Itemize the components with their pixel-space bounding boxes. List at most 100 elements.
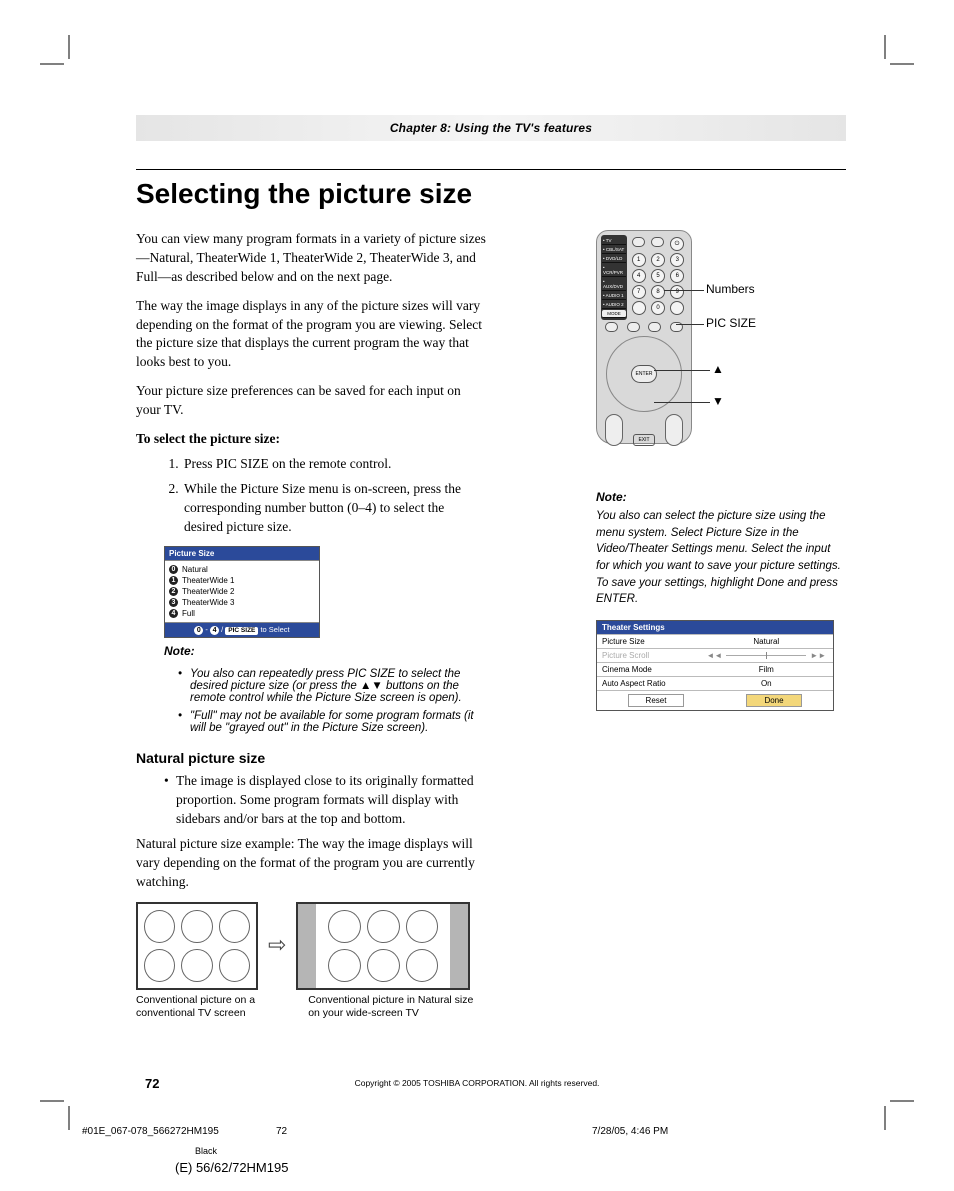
tv-conventional-icon: [136, 902, 258, 990]
row-value: On: [700, 677, 833, 690]
section-heading: Natural picture size: [136, 750, 486, 766]
remote-label: • AUDIO 2: [602, 301, 626, 309]
crop-mark: [40, 1090, 80, 1130]
footer-file: #01E_067-078_566272HM195: [82, 1126, 219, 1137]
callout-label: PIC SIZE: [706, 316, 756, 330]
menu-row: Picture SizeNatural: [597, 634, 833, 648]
footer-timestamp: 7/28/05, 4:46 PM: [592, 1126, 668, 1137]
callout-label: Numbers: [706, 282, 755, 296]
intro-p2: The way the image displays in any of the…: [136, 297, 486, 373]
callout-up: ▲: [712, 362, 724, 376]
remote-btn: [670, 301, 684, 315]
remote-num-btn: 5: [651, 269, 665, 283]
menu-title: Picture Size: [165, 547, 319, 560]
divider: [136, 169, 846, 170]
remote-ch-pill: [605, 414, 623, 446]
menu-item-label: TheaterWide 1: [182, 576, 234, 585]
note-heading: Note:: [596, 490, 846, 504]
menu-item: 0 Natural: [169, 564, 315, 575]
row-key: Auto Aspect Ratio: [597, 677, 700, 690]
section-bullets: The image is displayed close to its orig…: [164, 772, 486, 829]
slider-icon: ◄◄►►: [700, 649, 833, 662]
note-item: "Full" may not be available for some pro…: [178, 710, 486, 734]
remote-btn: [651, 237, 664, 247]
procedure-step: While the Picture Size menu is on-screen…: [182, 480, 486, 537]
remote-num-btn: 7: [632, 285, 646, 299]
menu-num-icon: 2: [169, 587, 178, 596]
remote-btn: [632, 301, 646, 315]
menu-row: Cinema ModeFilm: [597, 662, 833, 676]
left-column: You can view many program formats in a v…: [136, 230, 486, 1021]
menu-item: 3TheaterWide 3: [169, 597, 315, 608]
remote-dpad: ENTER: [606, 336, 682, 412]
color-plate-label: Black: [195, 1146, 217, 1156]
page-title: Selecting the picture size: [136, 178, 846, 210]
section-bullet: The image is displayed close to its orig…: [164, 772, 486, 829]
picture-size-menu: Picture Size 0 Natural 1 TheaterWide 1 2 Th…: [164, 546, 320, 638]
model-number: (E) 56/62/72HM195: [175, 1160, 288, 1175]
footer-page: 72: [276, 1126, 287, 1137]
row-key: Picture Scroll: [597, 649, 700, 662]
menu-row: Auto Aspect RatioOn: [597, 676, 833, 690]
remote-num-btn: 9: [670, 285, 684, 299]
remote-num-btn: 3: [670, 253, 684, 267]
page-content: Chapter 8: Using the TV's features Selec…: [136, 115, 846, 1021]
crop-mark: [874, 1090, 914, 1130]
remote-label: • DVD/LD: [602, 255, 626, 263]
remote-label: • CBL/SAT: [602, 246, 626, 254]
menu-item-label: Natural: [182, 565, 208, 574]
caption-2: Conventional picture in Natural size on …: [308, 994, 486, 1021]
menu-num-icon: 1: [169, 576, 178, 585]
remote-btn: [605, 322, 618, 332]
menu-item: 2 TheaterWide 2: [169, 586, 315, 597]
chapter-header: Chapter 8: Using the TV's features: [136, 115, 846, 141]
row-key: Cinema Mode: [597, 663, 700, 676]
procedure-head: To select the picture size:: [136, 430, 486, 449]
menu-item-label: TheaterWide 2: [182, 587, 234, 596]
menu-num-icon: 3: [169, 598, 178, 607]
copyright: Copyright © 2005 TOSHIBA CORPORATION. Al…: [0, 1078, 954, 1088]
remote-exit: EXIT: [633, 434, 655, 446]
procedure-step: Press PIC SIZE on the remote control.: [182, 455, 486, 474]
menu-title: Theater Settings: [597, 621, 833, 634]
arrow-right-icon: ⇨: [268, 930, 286, 961]
remote-btn: [648, 322, 661, 332]
crop-mark: [874, 35, 914, 75]
row-value: Natural: [700, 635, 833, 648]
example-p: Natural picture size example: The way th…: [136, 835, 486, 892]
remote-enter: ENTER: [631, 365, 657, 383]
remote-label: • AUX/DVD: [602, 278, 626, 291]
menu-num-icon: 0: [169, 565, 178, 574]
power-icon: ⏻: [670, 237, 684, 251]
remote-num-btn: 0: [651, 301, 665, 315]
remote-label: • VCR/PVR: [602, 264, 626, 277]
reset-button: Reset: [628, 694, 684, 707]
done-button: Done: [746, 694, 802, 707]
example-row: ⇨: [136, 902, 486, 990]
note-heading: Note:: [164, 644, 486, 658]
note-list: You also can repeatedly press PIC SIZE t…: [178, 668, 486, 734]
remote-vol-pill: [665, 414, 683, 446]
remote-control-icon: • TV • CBL/SAT • DVD/LD • VCR/PVR • AUX/…: [596, 230, 692, 444]
menu-num-icon: 4: [169, 609, 178, 618]
crop-mark: [40, 35, 80, 75]
remote-input-labels: • TV • CBL/SAT • DVD/LD • VCR/PVR • AUX/…: [601, 235, 627, 320]
callout-down: ▼: [712, 394, 724, 408]
menu-item-label: Full: [182, 609, 195, 618]
menu-footer-tail: to Select: [258, 625, 289, 634]
row-key: Picture Size: [597, 635, 700, 648]
theater-settings-menu: Theater Settings Picture SizeNatural Pic…: [596, 620, 834, 711]
callout-picsize: PIC SIZE: [706, 316, 756, 330]
chevron-down-icon: ▼: [712, 394, 724, 408]
remote-label: • AUDIO 1: [602, 292, 626, 300]
remote-num-btn: 1: [632, 253, 646, 267]
procedure-list: Press PIC SIZE on the remote control. Wh…: [182, 455, 486, 537]
remote-num-btn: 6: [670, 269, 684, 283]
note-item: You also can repeatedly press PIC SIZE t…: [178, 668, 486, 704]
remote-btn: [627, 322, 640, 332]
remote-num-btn: 4: [632, 269, 646, 283]
row-value: Film: [700, 663, 833, 676]
remote-num-btn: 8: [651, 285, 665, 299]
intro-p3: Your picture size preferences can be sav…: [136, 382, 486, 420]
menu-row: Picture Scroll◄◄►►: [597, 648, 833, 662]
